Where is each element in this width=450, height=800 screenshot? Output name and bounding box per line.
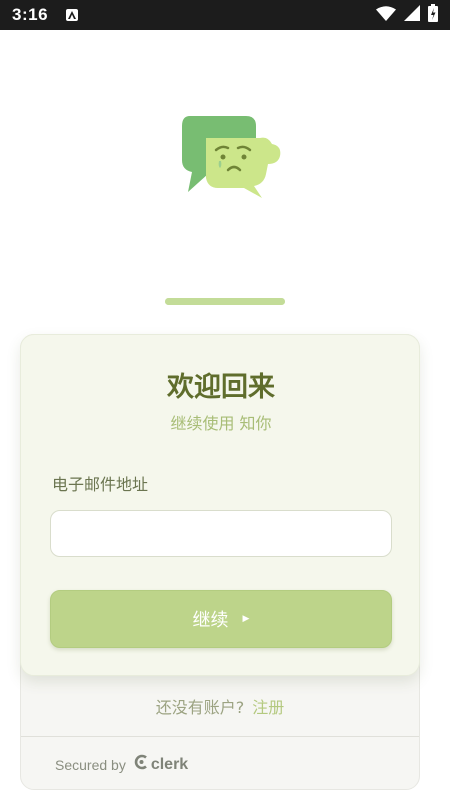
sad-chat-bubble-logo <box>178 112 282 202</box>
notification-a-icon <box>66 9 79 21</box>
wifi-icon <box>376 5 396 25</box>
status-time: 3:16 <box>12 5 49 24</box>
status-bar: 3:16 <box>0 0 450 30</box>
status-icons <box>376 4 438 26</box>
clerk-icon <box>134 754 149 775</box>
clerk-wordmark: clerk <box>150 755 189 773</box>
signup-row: 还没有账户? 注册 <box>20 694 420 718</box>
footer-divider <box>21 736 419 737</box>
continue-button[interactable]: 继续 ▶ <box>50 590 392 648</box>
email-label: 电子邮件地址 <box>52 475 149 494</box>
page-subtitle: 继续使用 知你 <box>170 414 272 433</box>
signup-link[interactable]: 注册 <box>252 698 284 717</box>
loading-progress-bar <box>165 298 285 305</box>
clerk-logo: clerk <box>134 754 188 775</box>
battery-icon <box>428 4 438 26</box>
signal-icon <box>404 5 420 25</box>
loading-progress-fill <box>165 298 285 305</box>
sign-in-card: 欢迎回来 继续使用 知你 电子邮件地址 继续 ▶ <box>20 334 420 676</box>
continue-button-label: 继续 <box>192 610 229 631</box>
page-title: 欢迎回来 <box>167 372 275 403</box>
email-field[interactable] <box>50 510 392 557</box>
secured-by-text: Secured by <box>55 756 126 773</box>
play-arrow-icon: ▶ <box>242 614 250 624</box>
secured-by-clerk[interactable]: Secured by clerk <box>55 754 188 775</box>
no-account-text: 还没有账户? <box>155 698 245 717</box>
